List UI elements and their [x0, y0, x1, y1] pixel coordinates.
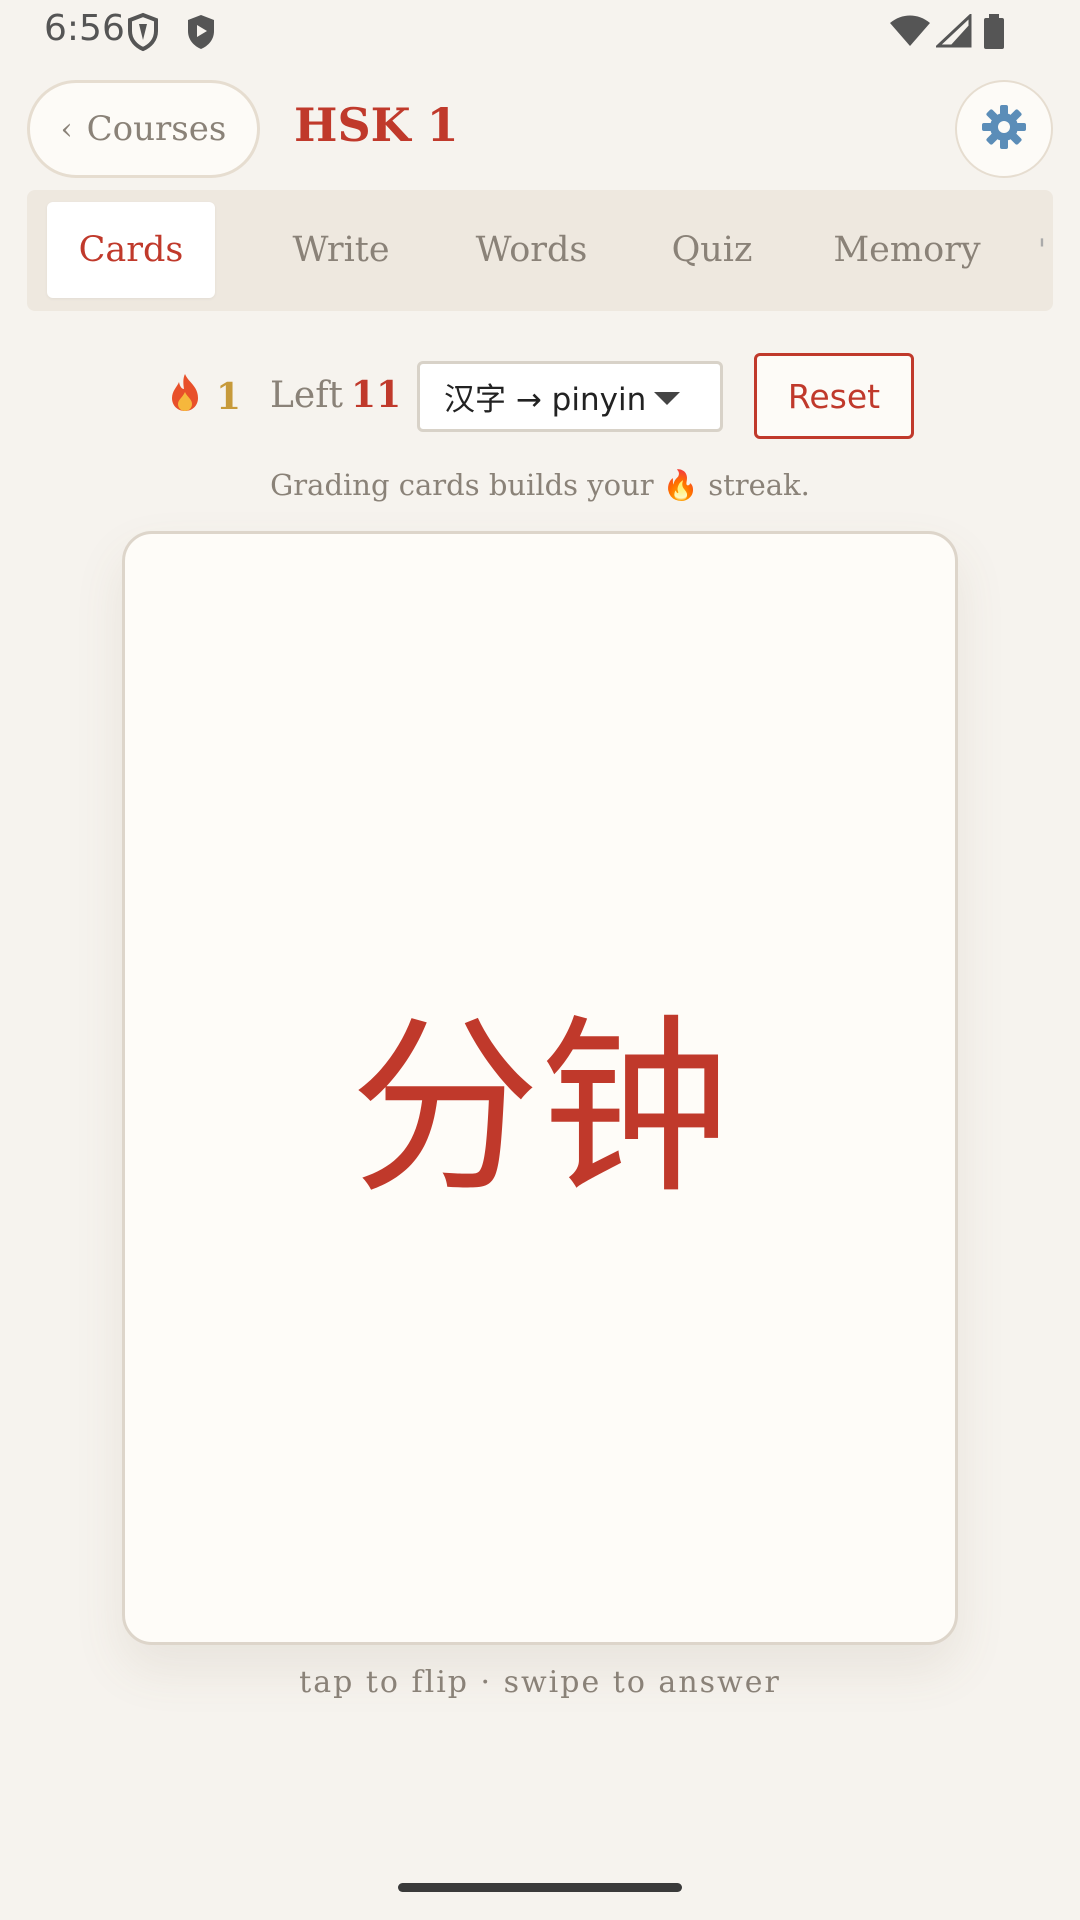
wifi-icon: [888, 14, 932, 52]
shield-outline-icon: [126, 12, 160, 56]
card-hanzi: 分钟: [349, 998, 730, 1219]
streak-count: 1: [216, 375, 242, 418]
signal-icon: [934, 12, 972, 52]
flip-hint-text: tap to flip · swipe to answer: [299, 1665, 781, 1700]
back-button-label: Courses: [86, 109, 227, 149]
status-time: 6:56: [44, 8, 125, 49]
tab-memory[interactable]: Memory: [807, 202, 1007, 298]
battery-icon: [982, 14, 1006, 54]
settings-button[interactable]: [955, 80, 1053, 178]
tab-quiz[interactable]: Quiz: [637, 202, 787, 298]
chevron-left-icon: ‹: [60, 111, 73, 147]
gear-icon: [980, 103, 1028, 155]
caret-down-icon: [654, 392, 680, 405]
reset-button[interactable]: Reset: [754, 353, 914, 439]
mode-select-value: 汉字 → pinyin: [444, 382, 647, 418]
cards-left-label: Left: [270, 375, 344, 416]
tab-cards[interactable]: Cards: [47, 202, 215, 298]
status-bar: 6:56: [0, 0, 1080, 62]
flame-icon: [168, 372, 202, 421]
flash-card[interactable]: 分钟: [122, 531, 958, 1645]
tab-words[interactable]: Words: [439, 202, 624, 298]
page-title: HSK 1: [294, 98, 459, 152]
back-to-courses-button[interactable]: ‹ Courses: [27, 80, 260, 178]
tab-overflow-hint[interactable]: ': [1037, 202, 1047, 298]
tab-bar: Cards Write Words Quiz Memory ': [27, 190, 1053, 311]
tab-write[interactable]: Write: [247, 202, 435, 298]
shield-play-icon: [184, 12, 218, 56]
streak-counter: 1: [168, 372, 241, 421]
app-screen: 6:56 ‹ Courses HSK 1 Cards Write Words Q…: [0, 0, 1080, 1920]
home-indicator[interactable]: [398, 1883, 682, 1892]
cards-left: Left 11: [270, 374, 401, 416]
streak-hint-text: Grading cards builds your 🔥 streak.: [270, 468, 810, 502]
cards-left-count: 11: [351, 374, 402, 416]
mode-select[interactable]: 汉字 → pinyin: [417, 361, 723, 432]
